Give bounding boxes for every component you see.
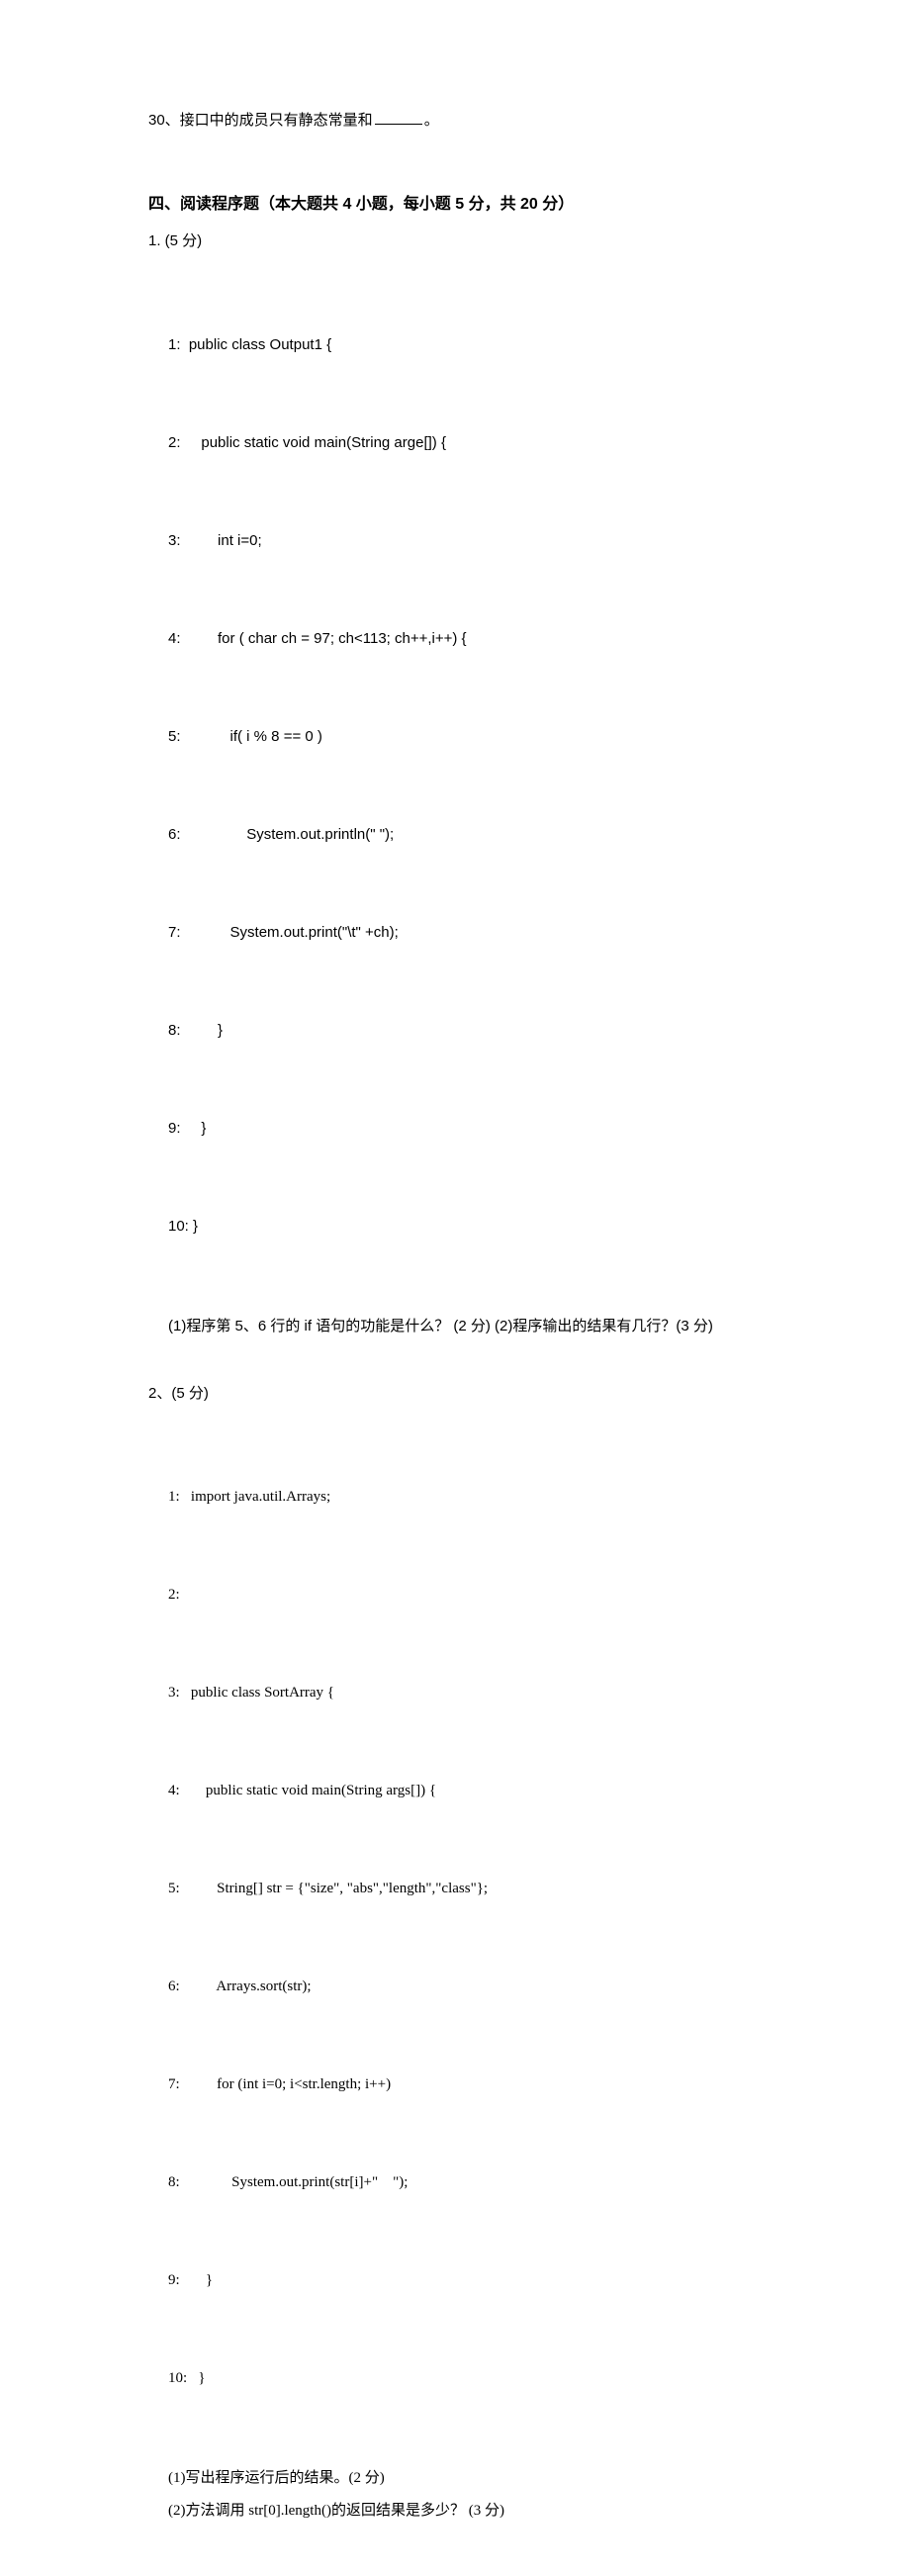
code-line: 9: } xyxy=(168,2264,762,2297)
code-line: 6: Arrays.sort(str); xyxy=(168,1971,762,2003)
problem-1-subquestions: (1)程序第 5、6 行的 if 语句的功能是什么？ (2 分) (2)程序输出… xyxy=(148,1310,762,1342)
document-page: 30、接口中的成员只有静态常量和 。 四、阅读程序题（本大题共 4 小题，每小题 … xyxy=(0,0,910,2576)
code-line: 10: } xyxy=(168,2362,762,2395)
problem-2-subquestions: (1)写出程序运行后的结果。(2 分) (2)方法调用 str[0].lengt… xyxy=(148,2462,762,2528)
code-line: 4: for ( char ch = 97; ch<113; ch++,i++)… xyxy=(168,622,762,655)
problem-2-sub1: (1)写出程序运行后的结果。(2 分) xyxy=(168,2462,762,2495)
problem-2: 2、(5 分) 1: import java.util.Arrays; 2: 3… xyxy=(148,1382,762,2528)
q30-prefix: 30、接口中的成员只有静态常量和 xyxy=(148,112,373,129)
problem-2-sub2: (2)方法调用 str[0].length()的返回结果是多少？ (3 分) xyxy=(168,2495,762,2528)
question-30: 30、接口中的成员只有静态常量和 。 xyxy=(148,109,762,133)
code-line: 10: } xyxy=(168,1210,762,1242)
code-line: 3: public class SortArray { xyxy=(168,1677,762,1709)
code-line: 2: xyxy=(168,1579,762,1611)
section-4-heading: 四、阅读程序题（本大题共 4 小题，每小题 5 分，共 20 分） xyxy=(148,192,762,218)
problem-2-head: 2、(5 分) xyxy=(148,1382,762,1406)
code-line: 5: String[] str = {"size", "abs","length… xyxy=(168,1873,762,1905)
code-line: 1: import java.util.Arrays; xyxy=(168,1481,762,1514)
code-line: 9: } xyxy=(168,1112,762,1145)
q30-suffix: 。 xyxy=(424,112,439,129)
problem-1: 1. (5 分) 1: public class Output1 { 2: pu… xyxy=(148,230,762,1342)
problem-1-head: 1. (5 分) xyxy=(148,230,762,253)
code-line: 2: public static void main(String arge[]… xyxy=(168,426,762,459)
code-line: 8: System.out.print(str[i]+" "); xyxy=(168,2166,762,2199)
code-line: 8: } xyxy=(168,1014,762,1047)
code-line: 1: public class Output1 { xyxy=(168,328,762,361)
problem-1-sub1: (1)程序第 5、6 行的 if 语句的功能是什么？ (2 分) (2)程序输出… xyxy=(168,1310,762,1342)
code-line: 3: int i=0; xyxy=(168,524,762,557)
problem-2-code: 1: import java.util.Arrays; 2: 3: public… xyxy=(148,1416,762,2460)
fill-blank xyxy=(375,110,422,125)
code-line: 7: for (int i=0; i<str.length; i++) xyxy=(168,2069,762,2101)
problem-1-code: 1: public class Output1 { 2: public stat… xyxy=(148,263,762,1308)
code-line: 6: System.out.println(" "); xyxy=(168,818,762,851)
code-line: 7: System.out.print("\t" +ch); xyxy=(168,916,762,949)
code-line: 5: if( i % 8 == 0 ) xyxy=(168,720,762,753)
code-line: 4: public static void main(String args[]… xyxy=(168,1775,762,1807)
